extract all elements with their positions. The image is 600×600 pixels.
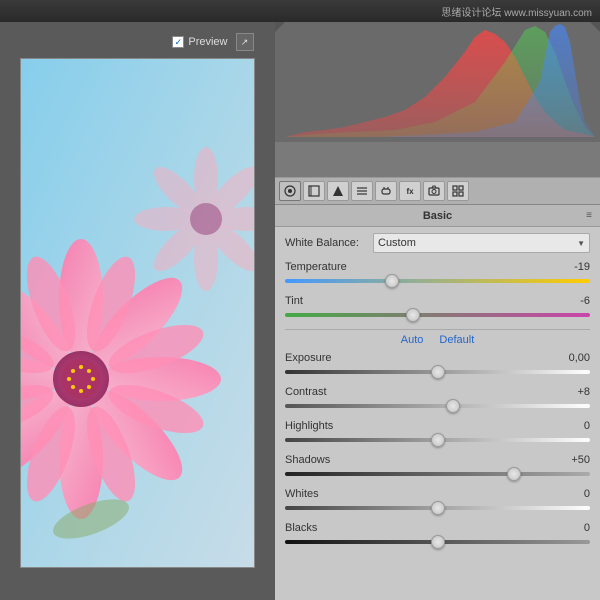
tint-slider-row: Tint -6 xyxy=(285,295,590,321)
temperature-label: Temperature xyxy=(285,261,347,273)
panel-menu-icon[interactable]: ≡ xyxy=(586,210,592,221)
exposure-header: Exposure 0,00 xyxy=(285,352,590,364)
histogram-svg xyxy=(275,22,600,177)
whites-thumb[interactable] xyxy=(431,501,445,515)
wb-arrow-icon: ▼ xyxy=(577,239,585,248)
preview-bar: Preview ↗ xyxy=(18,30,258,54)
exposure-label: Exposure xyxy=(285,352,331,364)
contrast-track[interactable] xyxy=(285,400,590,412)
temperature-slider-row: Temperature -19 xyxy=(285,261,590,287)
exposure-value: 0,00 xyxy=(560,352,590,364)
auto-button[interactable]: Auto xyxy=(401,334,424,346)
blacks-label: Blacks xyxy=(285,522,317,534)
shadows-header: Shadows +50 xyxy=(285,454,590,466)
panel-header: Basic ≡ xyxy=(275,205,600,227)
histogram-area: R: --- G: --- B: --- xyxy=(275,22,600,177)
white-balance-row: White Balance: Custom ▼ xyxy=(285,233,590,253)
transform-tool-btn[interactable] xyxy=(351,181,373,201)
top-bar-text: 思绪设计论坛 www.missyuan.com xyxy=(441,4,592,19)
whites-track[interactable] xyxy=(285,502,590,514)
highlights-value: 0 xyxy=(560,420,590,432)
toolbar: fx xyxy=(275,177,600,205)
contrast-header: Contrast +8 xyxy=(285,386,590,398)
wb-select[interactable]: Custom ▼ xyxy=(373,233,590,253)
main-layout: Preview ↗ xyxy=(0,22,600,600)
retouch-tool-btn[interactable] xyxy=(375,181,397,201)
whites-header: Whites 0 xyxy=(285,488,590,500)
contrast-label: Contrast xyxy=(285,386,327,398)
shadows-thumb[interactable] xyxy=(507,467,521,481)
shadows-label: Shadows xyxy=(285,454,330,466)
shadows-value: +50 xyxy=(560,454,590,466)
preview-checkbox[interactable] xyxy=(172,36,184,48)
shadows-track[interactable] xyxy=(285,468,590,480)
blacks-slider-row: Blacks 0 xyxy=(285,522,590,548)
default-button[interactable]: Default xyxy=(439,334,474,346)
blacks-track[interactable] xyxy=(285,536,590,548)
separator-1 xyxy=(285,329,590,330)
highlights-slider-row: Highlights 0 xyxy=(285,420,590,446)
top-bar: 思绪设计论坛 www.missyuan.com xyxy=(0,0,600,22)
exposure-slider-row: Exposure 0,00 xyxy=(285,352,590,378)
left-panel: Preview ↗ xyxy=(0,22,275,600)
controls-area: White Balance: Custom ▼ Temperature -19 xyxy=(275,227,600,600)
panel-title: Basic xyxy=(423,210,452,222)
contrast-value: +8 xyxy=(560,386,590,398)
preview-export-icon[interactable]: ↗ xyxy=(236,33,254,51)
shadows-slider-row: Shadows +50 xyxy=(285,454,590,480)
temperature-thumb[interactable] xyxy=(385,274,399,288)
tint-header: Tint -6 xyxy=(285,295,590,307)
contrast-thumb[interactable] xyxy=(446,399,460,413)
wb-label: White Balance: xyxy=(285,237,373,249)
highlights-label: Highlights xyxy=(285,420,333,432)
right-panel: R: --- G: --- B: --- xyxy=(275,22,600,600)
blacks-value: 0 xyxy=(560,522,590,534)
histogram-tool-btn[interactable] xyxy=(279,181,301,201)
crop-tool-btn[interactable] xyxy=(303,181,325,201)
flower-svg xyxy=(21,59,255,568)
straighten-tool-btn[interactable] xyxy=(327,181,349,201)
auto-default-row: Auto Default xyxy=(285,334,590,346)
tint-value: -6 xyxy=(560,295,590,307)
camera-tool-btn[interactable] xyxy=(423,181,445,201)
temperature-track[interactable] xyxy=(285,275,590,287)
presets-tool-btn[interactable] xyxy=(447,181,469,201)
exposure-thumb[interactable] xyxy=(431,365,445,379)
preview-label: Preview xyxy=(188,36,227,48)
highlights-thumb[interactable] xyxy=(431,433,445,447)
tint-label: Tint xyxy=(285,295,303,307)
blacks-header: Blacks 0 xyxy=(285,522,590,534)
whites-slider-row: Whites 0 xyxy=(285,488,590,514)
tint-thumb[interactable] xyxy=(406,308,420,322)
tint-track[interactable] xyxy=(285,309,590,321)
highlights-header: Highlights 0 xyxy=(285,420,590,432)
image-preview xyxy=(20,58,255,568)
contrast-slider-row: Contrast +8 xyxy=(285,386,590,412)
whites-value: 0 xyxy=(560,488,590,500)
highlights-track[interactable] xyxy=(285,434,590,446)
fx-tool-btn[interactable]: fx xyxy=(399,181,421,201)
exposure-track[interactable] xyxy=(285,366,590,378)
temperature-value: -19 xyxy=(560,261,590,273)
blacks-thumb[interactable] xyxy=(431,535,445,549)
wb-value: Custom xyxy=(378,237,416,249)
whites-label: Whites xyxy=(285,488,319,500)
temperature-header: Temperature -19 xyxy=(285,261,590,273)
